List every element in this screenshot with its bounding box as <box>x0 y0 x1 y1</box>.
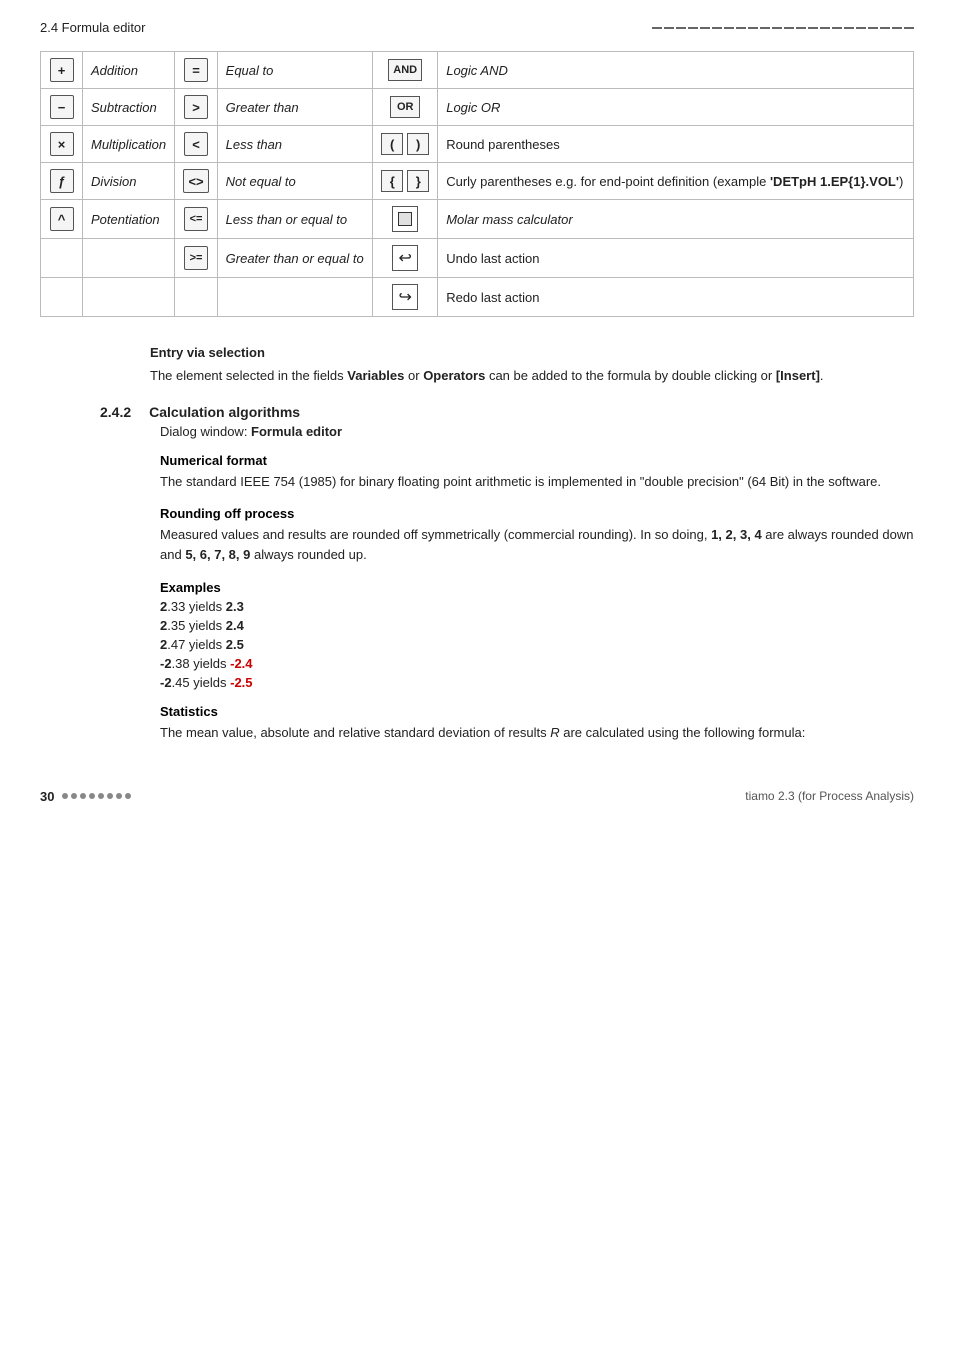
header-rule <box>652 27 914 29</box>
rounding-heading: Rounding off process <box>160 506 914 521</box>
table-row: × Multiplication < Less than ( ) Round p… <box>41 126 914 163</box>
numerical-format-heading: Numerical format <box>160 453 914 468</box>
label-mult: Multiplication <box>83 126 175 163</box>
icon-cell-empty3 <box>175 278 217 317</box>
icon-cell-plus: + <box>41 52 83 89</box>
table-row: ^ Potentiation <= Less than or equal to … <box>41 200 914 239</box>
label-empty3 <box>217 278 373 317</box>
page-header: 2.4 Formula editor <box>40 20 914 35</box>
undo-icon: ↩ <box>392 245 418 271</box>
icon-cell-lt: < <box>175 126 217 163</box>
icon-cell-gt: > <box>175 89 217 126</box>
gt-icon: > <box>184 95 208 119</box>
label-and: Logic AND <box>438 52 914 89</box>
label-empty1 <box>83 239 175 278</box>
icon-cell-pot: ^ <box>41 200 83 239</box>
table-row: ↪ Redo last action <box>41 278 914 317</box>
examples-block: Examples 2.33 yields 2.3 2.35 yields 2.4… <box>160 580 914 690</box>
label-undo: Undo last action <box>438 239 914 278</box>
label-lte: Less than or equal to <box>217 200 373 239</box>
label-redo: Redo last action <box>438 278 914 317</box>
example-1: 2.33 yields 2.3 <box>160 599 914 614</box>
label-equal: Equal to <box>217 52 373 89</box>
and-icon: AND <box>388 59 422 81</box>
label-gte: Greater than or equal to <box>217 239 373 278</box>
plus-icon: + <box>50 58 74 82</box>
section-242-header: 2.4.2 Calculation algorithms <box>100 404 914 420</box>
label-curly: Curly parentheses e.g. for end-point def… <box>438 163 914 200</box>
icon-cell-molar <box>373 200 438 239</box>
section-title: Calculation algorithms <box>149 404 300 420</box>
icon-cell-minus: − <box>41 89 83 126</box>
icon-cell-and: AND <box>373 52 438 89</box>
example-4: -2.38 yields -2.4 <box>160 656 914 671</box>
table-row: − Subtraction > Greater than OR Logic OR <box>41 89 914 126</box>
example-3: 2.47 yields 2.5 <box>160 637 914 652</box>
examples-heading: Examples <box>160 580 914 595</box>
statistics-body: The mean value, absolute and relative st… <box>160 723 914 743</box>
icon-cell-mult: × <box>41 126 83 163</box>
section-label: 2.4 Formula editor <box>40 20 146 35</box>
icon-cell-or: OR <box>373 89 438 126</box>
pot-icon: ^ <box>50 207 74 231</box>
example-5: -2.45 yields -2.5 <box>160 675 914 690</box>
icon-cell-undo: ↩ <box>373 239 438 278</box>
dialog-window-label: Dialog window: Formula editor <box>160 424 914 439</box>
statistics-block: Statistics The mean value, absolute and … <box>160 704 914 743</box>
table-row: >= Greater than or equal to ↩ Undo last … <box>41 239 914 278</box>
label-addition: Addition <box>83 52 175 89</box>
section-number: 2.4.2 <box>100 404 131 420</box>
rounding-block: Rounding off process Measured values and… <box>160 506 914 565</box>
curly-icon: { } <box>381 170 429 192</box>
div-icon: ƒ <box>50 169 74 193</box>
label-or: Logic OR <box>438 89 914 126</box>
icon-cell-redo: ↪ <box>373 278 438 317</box>
or-icon: OR <box>390 96 420 118</box>
label-neq: Not equal to <box>217 163 373 200</box>
icon-cell-gte: >= <box>175 239 217 278</box>
footer-dots <box>62 793 131 799</box>
label-empty2 <box>83 278 175 317</box>
page-footer: 30 tiamo 2.3 (for Process Analysis) <box>40 783 914 804</box>
label-pot: Potentiation <box>83 200 175 239</box>
icon-cell-equal: = <box>175 52 217 89</box>
page-number: 30 <box>40 789 54 804</box>
label-parens: Round parentheses <box>438 126 914 163</box>
icon-cell-parens: ( ) <box>373 126 438 163</box>
icon-cell-neq: <> <box>175 163 217 200</box>
equal-icon: = <box>184 58 208 82</box>
icon-cell-empty1 <box>41 239 83 278</box>
icon-cell-lte: <= <box>175 200 217 239</box>
label-div: Division <box>83 163 175 200</box>
numerical-format-block: Numerical format The standard IEEE 754 (… <box>160 453 914 492</box>
label-lt: Less than <box>217 126 373 163</box>
table-row: ƒ Division <> Not equal to { } Curly par… <box>41 163 914 200</box>
lte-icon: <= <box>184 207 208 231</box>
icon-cell-div: ƒ <box>41 163 83 200</box>
operator-table: + Addition = Equal to AND Logic AND − Su… <box>40 51 914 317</box>
entry-selection-heading: Entry via selection <box>150 345 914 360</box>
redo-icon: ↪ <box>392 284 418 310</box>
label-gt: Greater than <box>217 89 373 126</box>
table-row: + Addition = Equal to AND Logic AND <box>41 52 914 89</box>
rounding-body: Measured values and results are rounded … <box>160 525 914 565</box>
icon-cell-curly: { } <box>373 163 438 200</box>
section-242: 2.4.2 Calculation algorithms Dialog wind… <box>100 404 914 743</box>
label-molar: Molar mass calculator <box>438 200 914 239</box>
lt-icon: < <box>184 132 208 156</box>
entry-selection-body: The element selected in the fields Varia… <box>150 366 914 386</box>
statistics-heading: Statistics <box>160 704 914 719</box>
numerical-format-body: The standard IEEE 754 (1985) for binary … <box>160 472 914 492</box>
gte-icon: >= <box>184 246 208 270</box>
parens-icon: ( ) <box>381 133 429 155</box>
label-subtraction: Subtraction <box>83 89 175 126</box>
icon-cell-empty2 <box>41 278 83 317</box>
footer-product: tiamo 2.3 (for Process Analysis) <box>745 789 914 803</box>
minus-icon: − <box>50 95 74 119</box>
neq-icon: <> <box>183 169 208 193</box>
entry-selection-block: Entry via selection The element selected… <box>150 345 914 386</box>
example-2: 2.35 yields 2.4 <box>160 618 914 633</box>
mult-icon: × <box>50 132 74 156</box>
molar-icon <box>392 206 418 232</box>
